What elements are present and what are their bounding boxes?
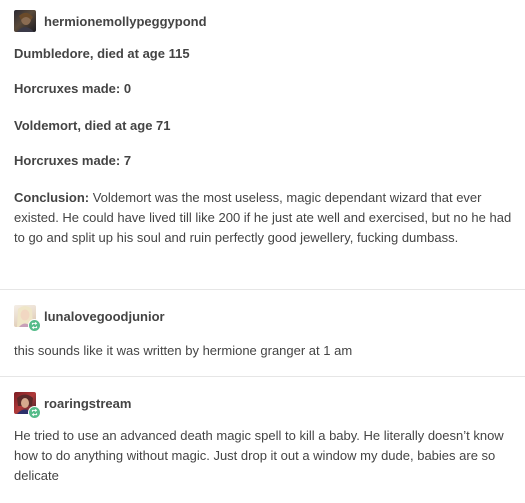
post-line: Voldemort, died at age 71	[14, 118, 171, 133]
post-header: lunalovegoodjunior	[14, 305, 519, 332]
conclusion-text: Voldemort was the most useless, magic de…	[14, 190, 512, 245]
username[interactable]: lunalovegoodjunior	[44, 309, 165, 324]
post-conclusion: Conclusion: Voldemort was the most usele…	[14, 188, 514, 248]
divider	[0, 289, 525, 290]
conclusion-label: Conclusion:	[14, 190, 90, 205]
post-line: Horcruxes made: 7	[14, 153, 132, 168]
post-line: Horcruxes made: 0	[14, 81, 132, 96]
post-header: hermionemollypeggypond	[14, 10, 519, 32]
reblog-post: roaringstream He tried to use an advance…	[14, 392, 519, 486]
username[interactable]: roaringstream	[44, 396, 131, 411]
reblog-icon	[28, 406, 41, 419]
post-header: roaringstream	[14, 392, 519, 419]
divider	[0, 376, 525, 377]
post-line: Dumbledore, died at age 115	[14, 46, 190, 61]
username[interactable]: hermionemollypeggypond	[44, 14, 207, 29]
reblog-thread: hermionemollypeggypond Dumbledore, died …	[0, 0, 525, 503]
avatar-light-portrait-icon[interactable]	[14, 305, 41, 332]
avatar-dark-portrait-icon[interactable]	[14, 10, 36, 32]
post-text: He tried to use an advanced death magic …	[14, 428, 504, 483]
avatar-red-portrait-icon[interactable]	[14, 392, 41, 419]
reblog-icon	[28, 319, 41, 332]
post-text: this sounds like it was written by hermi…	[14, 343, 353, 358]
original-post: hermionemollypeggypond Dumbledore, died …	[14, 10, 519, 245]
reblog-post: lunalovegoodjunior this sounds like it w…	[14, 305, 519, 361]
